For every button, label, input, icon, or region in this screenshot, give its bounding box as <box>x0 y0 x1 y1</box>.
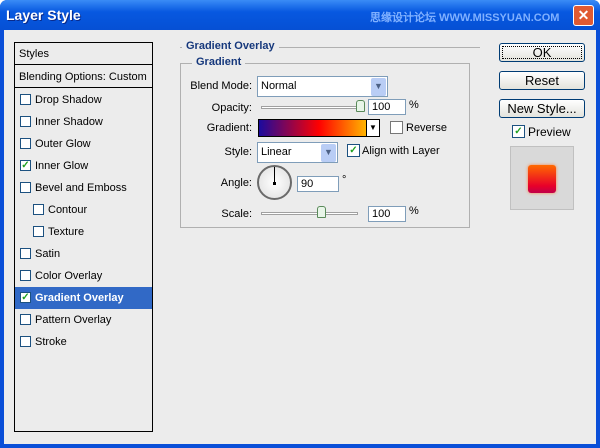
opacity-label: Opacity: <box>211 102 252 114</box>
sidebar-item-label: Inner Shadow <box>35 116 103 128</box>
opacity-input[interactable]: 100 <box>368 99 406 115</box>
sidebar-item-label: Gradient Overlay <box>35 292 124 304</box>
angle-dial[interactable] <box>257 165 292 200</box>
checkbox[interactable] <box>33 226 44 237</box>
sidebar-item-outer-glow[interactable]: Outer Glow <box>15 133 152 155</box>
sidebar-item-label: Texture <box>48 226 85 238</box>
gradient-picker[interactable]: ▼ <box>258 119 380 137</box>
scale-input[interactable]: 100 <box>368 206 406 222</box>
sidebar-item-label: Inner Glow <box>35 160 89 172</box>
scale-unit: % <box>409 205 419 217</box>
watermark: 思缘设计论坛 WWW.MISSYUAN.COM <box>370 12 560 24</box>
new-style-button[interactable]: New Style... <box>499 99 585 118</box>
blend-mode-select[interactable]: Normal ▼ <box>257 76 388 97</box>
checkbox[interactable] <box>20 116 31 127</box>
angle-unit: ° <box>342 174 347 186</box>
opacity-slider-thumb[interactable] <box>356 100 365 112</box>
gradient-dropdown-icon[interactable]: ▼ <box>366 120 379 136</box>
sidebar-item-label: Outer Glow <box>35 138 91 150</box>
checkbox[interactable] <box>20 270 31 281</box>
reverse-checkbox[interactable] <box>390 121 403 134</box>
group-title: Gradient <box>192 56 246 68</box>
checkbox[interactable] <box>33 204 44 215</box>
sidebar-item-label: Contour <box>48 204 88 216</box>
sidebar-item-drop-shadow[interactable]: Drop Shadow <box>15 89 152 111</box>
title-bar[interactable]: Layer Style 思缘设计论坛 WWW.MISSYUAN.COM ✕ <box>0 0 600 30</box>
checkbox[interactable]: ✓ <box>20 292 31 303</box>
sidebar-item-label: Drop Shadow <box>35 94 102 106</box>
checkbox[interactable] <box>20 336 31 347</box>
checkbox[interactable] <box>20 314 31 325</box>
sidebar-item-label: Pattern Overlay <box>35 314 112 326</box>
style-select[interactable]: Linear ▼ <box>257 142 338 163</box>
sidebar-item-color-overlay[interactable]: Color Overlay <box>15 265 152 287</box>
checkbox[interactable] <box>20 138 31 149</box>
styles-header[interactable]: Styles <box>15 43 152 65</box>
scale-slider[interactable] <box>261 212 358 215</box>
reverse-label: Reverse <box>406 122 447 134</box>
chevron-down-icon: ▼ <box>371 78 386 96</box>
dialog-body: Styles Blending Options: Custom Drop Sha… <box>4 30 596 444</box>
sidebar-item-stroke[interactable]: Stroke <box>15 331 152 353</box>
blend-mode-value: Normal <box>261 80 297 92</box>
checkbox[interactable] <box>20 182 31 193</box>
sidebar-item-bevel-and-emboss[interactable]: Bevel and Emboss <box>15 177 152 199</box>
scale-label: Scale: <box>221 208 252 220</box>
opacity-unit: % <box>409 99 419 111</box>
align-label: Align with Layer <box>362 145 440 157</box>
styles-list: Styles Blending Options: Custom Drop Sha… <box>14 42 153 432</box>
checkbox[interactable] <box>20 94 31 105</box>
sidebar-item-label: Satin <box>35 248 61 260</box>
opacity-slider[interactable] <box>261 106 361 109</box>
sidebar-item-label: Stroke <box>35 336 67 348</box>
sidebar-item-texture[interactable]: Texture <box>15 221 152 243</box>
gradient-label: Gradient: <box>206 122 252 134</box>
layer-style-dialog: Layer Style 思缘设计论坛 WWW.MISSYUAN.COM ✕ St… <box>0 0 600 448</box>
blend-mode-label: Blend Mode: <box>190 80 252 92</box>
scale-slider-thumb[interactable] <box>317 206 326 218</box>
preview-checkbox[interactable]: ✓ <box>512 125 525 138</box>
style-value: Linear <box>261 146 292 158</box>
chevron-down-icon: ▼ <box>321 144 336 162</box>
align-checkbox[interactable]: ✓ <box>347 144 360 157</box>
checkbox[interactable]: ✓ <box>20 160 31 171</box>
sidebar-item-label: Color Overlay <box>35 270 103 282</box>
angle-input[interactable]: 90 <box>297 176 339 192</box>
sidebar-item-satin[interactable]: Satin <box>15 243 152 265</box>
style-preview <box>510 146 574 210</box>
blending-options[interactable]: Blending Options: Custom <box>15 66 152 88</box>
sidebar-item-inner-shadow[interactable]: Inner Shadow <box>15 111 152 133</box>
reset-button[interactable]: Reset <box>499 71 585 90</box>
section-title: Gradient Overlay <box>182 40 279 52</box>
close-button[interactable]: ✕ <box>573 5 594 26</box>
style-label: Style: <box>224 146 252 158</box>
preview-swatch <box>528 165 556 193</box>
ok-button[interactable]: OK <box>499 43 585 62</box>
window-title: Layer Style <box>6 7 81 23</box>
angle-label: Angle: <box>220 177 252 189</box>
sidebar-item-inner-glow[interactable]: ✓ Inner Glow <box>15 155 152 177</box>
sidebar-item-pattern-overlay[interactable]: Pattern Overlay <box>15 309 152 331</box>
sidebar-item-gradient-overlay[interactable]: ✓ Gradient Overlay <box>15 287 152 309</box>
sidebar-item-contour[interactable]: Contour <box>15 199 152 221</box>
checkbox[interactable] <box>20 248 31 259</box>
sidebar-item-label: Bevel and Emboss <box>35 182 127 194</box>
preview-label: Preview <box>528 125 571 139</box>
